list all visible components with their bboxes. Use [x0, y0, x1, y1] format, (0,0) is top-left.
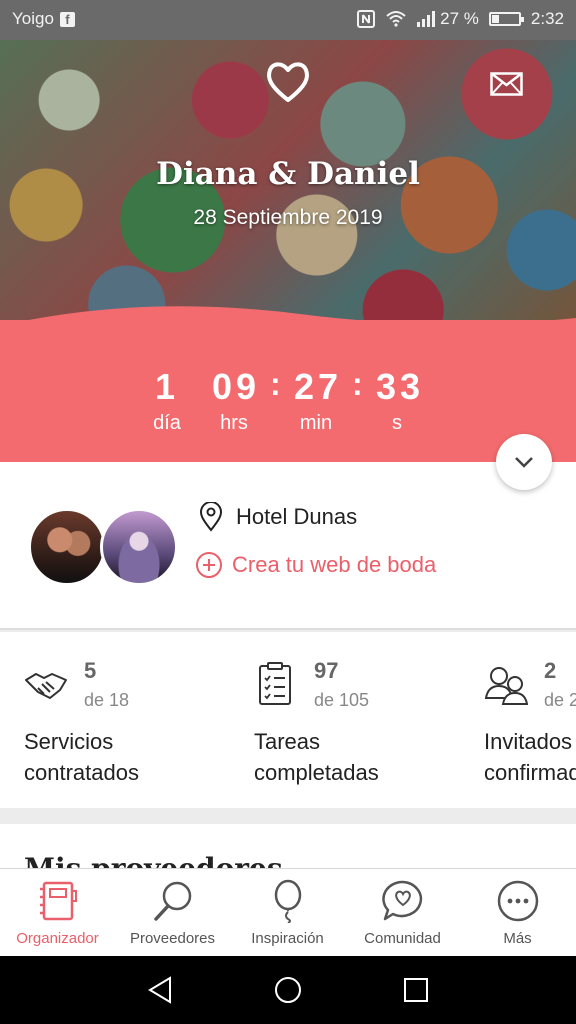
mail-icon[interactable] — [490, 72, 523, 96]
handshake-icon — [25, 673, 67, 699]
guests-icon — [484, 667, 528, 705]
add-circle-icon[interactable] — [195, 551, 223, 579]
countdown-hours: 09 — [211, 366, 261, 407]
venue-card: Hotel Dunas Crea tu web de boda — [0, 462, 576, 630]
hero-banner: Diana & Daniel 28 Septiembre 2019 — [0, 40, 576, 340]
wedding-date: 28 Septiembre 2019 — [193, 206, 383, 229]
countdown-hours-label: hrs — [220, 412, 248, 434]
nav-label: Más — [503, 930, 532, 947]
stat-number: 5 — [84, 658, 97, 683]
stat-total: de 2 — [544, 690, 576, 710]
nav-item-inspiracion[interactable]: Inspiración — [230, 869, 345, 957]
venue-name[interactable]: Hotel Dunas — [236, 504, 357, 530]
countdown-minutes-label: min — [299, 412, 333, 434]
countdown-seconds-label: s — [392, 412, 402, 434]
stat-total: de 18 — [84, 690, 130, 710]
countdown-minutes: 27 — [293, 366, 343, 407]
stat-number: 97 — [314, 658, 339, 683]
heart-icon — [267, 62, 309, 102]
create-website-link[interactable]: Crea tu web de boda — [232, 552, 436, 578]
home-icon[interactable] — [272, 974, 304, 1006]
system-nav-bar — [0, 956, 576, 1024]
checklist-icon — [259, 662, 291, 705]
countdown: 1 día 09 : hrs 27 : min 33 s — [0, 320, 576, 462]
carrier-name: Yoigo — [12, 9, 54, 28]
bottom-nav: Organizador Proveedores Inspiración Comu… — [0, 868, 576, 956]
back-icon[interactable] — [144, 974, 176, 1006]
stats-row: 5 de 18 Servicios contratados 97 de 105 T… — [0, 632, 576, 808]
countdown-seconds: 33 — [375, 366, 425, 407]
more-icon — [497, 880, 539, 922]
battery-icon — [488, 12, 524, 26]
stat-label: Servicios contratados — [24, 729, 139, 785]
countdown-separator: : — [270, 366, 281, 402]
balloon-icon — [274, 879, 302, 923]
collapse-button[interactable] — [496, 434, 552, 490]
nav-item-proveedores[interactable]: Proveedores — [115, 869, 230, 957]
nav-item-mas[interactable]: Más — [460, 869, 575, 957]
search-icon — [154, 881, 192, 921]
nav-item-organizador[interactable]: Organizador — [0, 869, 115, 957]
stat-label: Tareas completadas — [254, 729, 379, 785]
countdown-days: 1 — [154, 366, 180, 407]
nav-label: Proveedores — [129, 930, 216, 947]
avatar[interactable] — [100, 508, 178, 586]
chat-heart-icon — [382, 880, 423, 921]
nav-label: Comunidad — [364, 930, 441, 947]
countdown-days-label: día — [153, 412, 181, 434]
notebook-icon — [40, 881, 77, 921]
couple-names: Diana & Daniel — [156, 156, 420, 192]
chevron-down-icon — [515, 457, 533, 468]
battery-percent: 27 % — [440, 9, 479, 28]
stat-number: 2 — [544, 658, 557, 683]
countdown-separator: : — [352, 366, 363, 402]
clock: 2:32 — [530, 9, 564, 28]
app-screen: Yoigo f 27 % 2:32 Diana & Daniel 28 Sept… — [0, 0, 576, 1024]
avatar[interactable] — [28, 508, 106, 586]
nav-label: Organizador — [16, 930, 99, 947]
facebook-icon: f — [59, 11, 75, 27]
nav-item-comunidad[interactable]: Comunidad — [345, 869, 460, 957]
recents-icon[interactable] — [400, 974, 432, 1006]
stat-label: Invitadosconfirmados — [484, 729, 576, 785]
location-pin-icon — [199, 502, 223, 532]
signal-icon — [417, 11, 436, 27]
status-bar: Yoigo f 27 % 2:32 — [0, 0, 576, 40]
stat-total: de 105 — [314, 690, 370, 710]
nfc-icon — [357, 10, 376, 28]
nav-label: Inspiración — [251, 930, 324, 947]
wifi-icon — [386, 11, 406, 27]
